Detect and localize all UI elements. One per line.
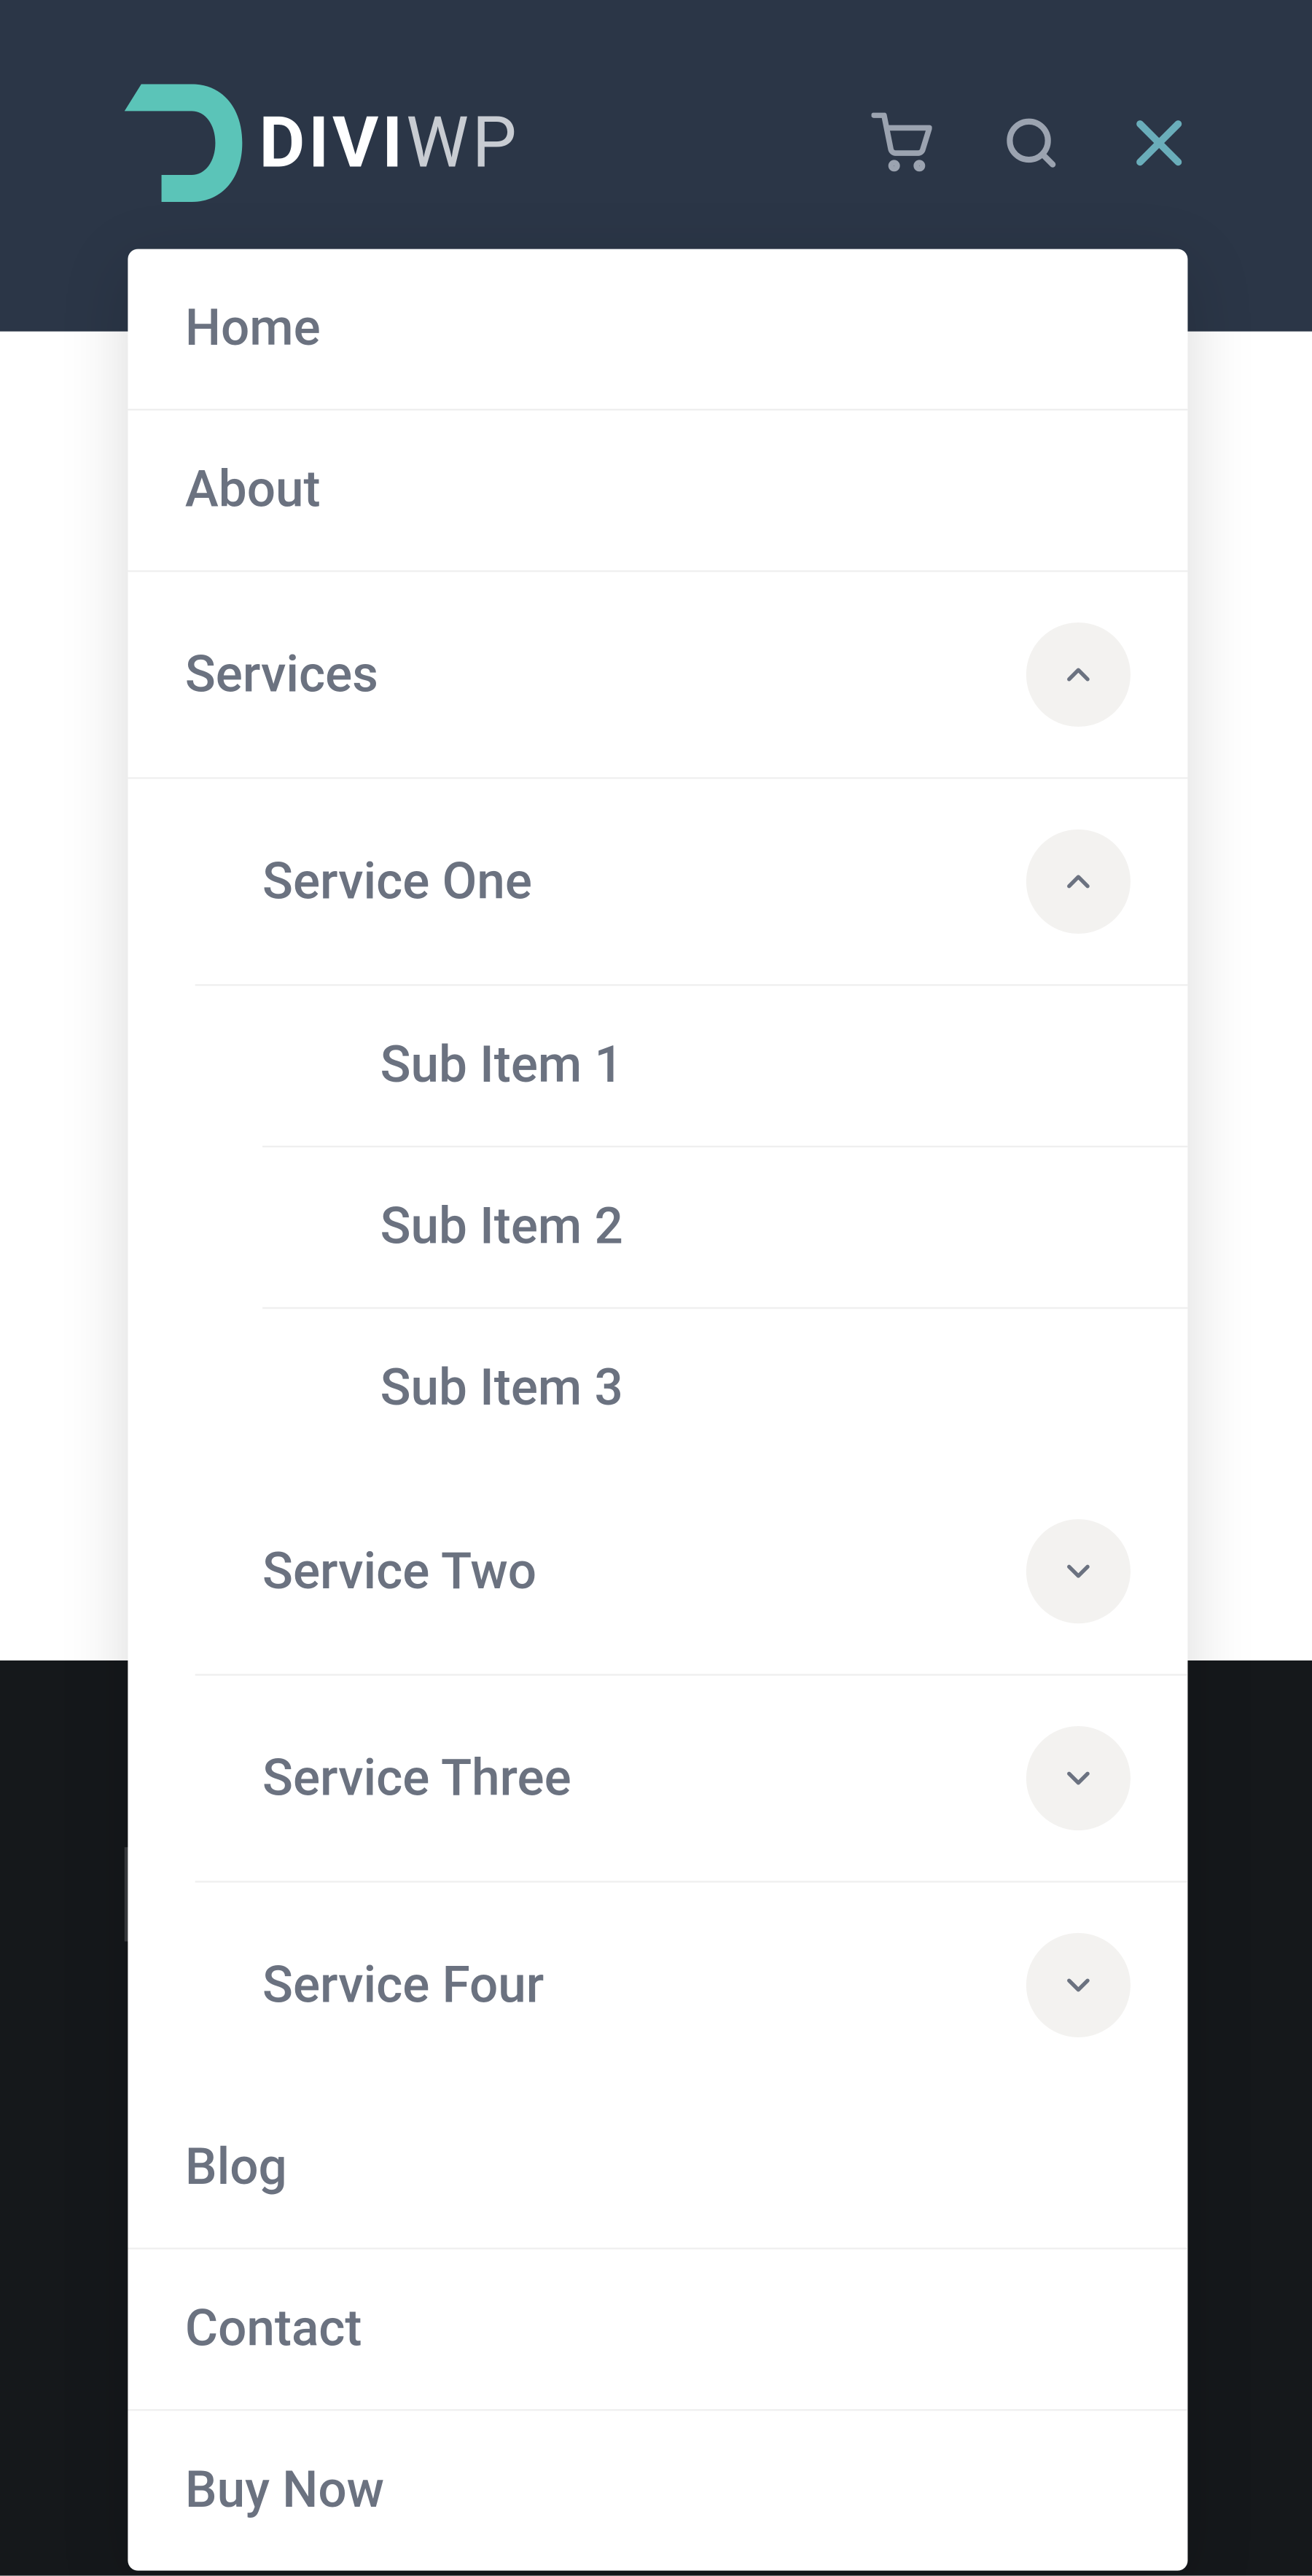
nav-item-home[interactable]: Home <box>128 249 1187 411</box>
search-icon[interactable] <box>1003 114 1060 171</box>
chevron-down-icon <box>1060 1760 1097 1797</box>
service-one-submenu: Sub Item 1 Sub Item 2 Sub Item 3 <box>195 985 1188 1468</box>
chevron-up-icon <box>1060 863 1097 900</box>
nav-item-service-three[interactable]: Service Three <box>195 1676 1188 1883</box>
nav-item-contact[interactable]: Contact <box>128 2249 1187 2411</box>
services-collapse-toggle[interactable] <box>1026 622 1131 727</box>
service-four-expand-toggle[interactable] <box>1026 1933 1131 2037</box>
chevron-down-icon <box>1060 1553 1097 1590</box>
site-logo[interactable]: DIVIWP <box>125 84 520 202</box>
nav-item-blog[interactable]: Blog <box>128 2088 1187 2249</box>
logo-mark-icon <box>125 84 249 202</box>
cart-icon[interactable] <box>872 113 932 173</box>
service-one-collapse-toggle[interactable] <box>1026 830 1131 934</box>
chevron-up-icon <box>1060 656 1097 693</box>
nav-item-buy-now[interactable]: Buy Now <box>128 2411 1187 2570</box>
nav-item-sub-2[interactable]: Sub Item 2 <box>262 1147 1187 1309</box>
nav-item-service-one[interactable]: Service One <box>195 779 1188 986</box>
nav-item-services[interactable]: Services <box>128 572 1187 779</box>
nav-item-about[interactable]: About <box>128 410 1187 572</box>
service-two-expand-toggle[interactable] <box>1026 1519 1131 1623</box>
logo-text: DIVIWP <box>259 102 520 184</box>
mobile-nav-menu: Home About Services Service One <box>128 249 1187 2571</box>
services-submenu: Service One Sub Item 1 Sub Item 2 Sub It… <box>128 779 1187 2088</box>
service-three-expand-toggle[interactable] <box>1026 1726 1131 1830</box>
close-menu-icon[interactable] <box>1131 114 1187 171</box>
nav-item-service-two[interactable]: Service Two <box>195 1469 1188 1676</box>
chevron-down-icon <box>1060 1967 1097 2004</box>
nav-item-service-four[interactable]: Service Four <box>195 1883 1188 2088</box>
nav-item-sub-3[interactable]: Sub Item 3 <box>262 1309 1187 1469</box>
nav-item-sub-1[interactable]: Sub Item 1 <box>262 985 1187 1147</box>
